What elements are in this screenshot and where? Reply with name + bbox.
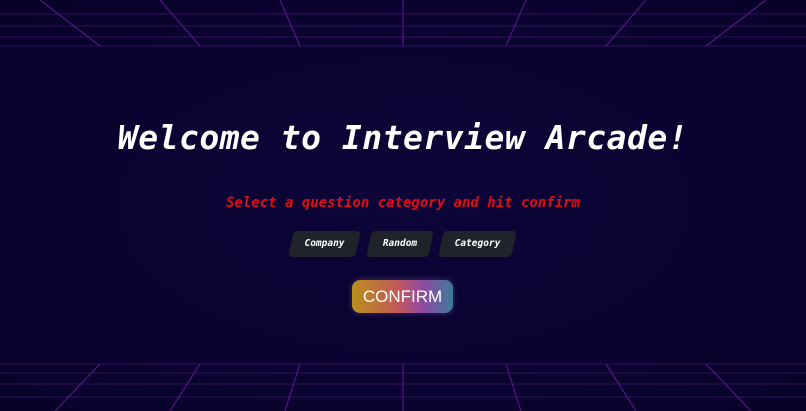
option-company-label: Company xyxy=(304,238,345,249)
instruction-text: Select a question category and hit confi… xyxy=(225,195,580,211)
option-random-button[interactable]: Random xyxy=(369,231,431,257)
confirm-button[interactable]: CONFIRM xyxy=(352,280,453,313)
option-category-label: Category xyxy=(454,238,501,249)
option-random-label: Random xyxy=(382,238,418,249)
category-options: Company Random Category xyxy=(0,231,806,257)
page-title: Welcome to Interview Arcade! xyxy=(117,118,689,157)
option-category-button[interactable]: Category xyxy=(441,231,514,257)
arcade-screen: Welcome to Interview Arcade! Select a qu… xyxy=(0,0,806,411)
option-company-button[interactable]: Company xyxy=(291,231,358,257)
